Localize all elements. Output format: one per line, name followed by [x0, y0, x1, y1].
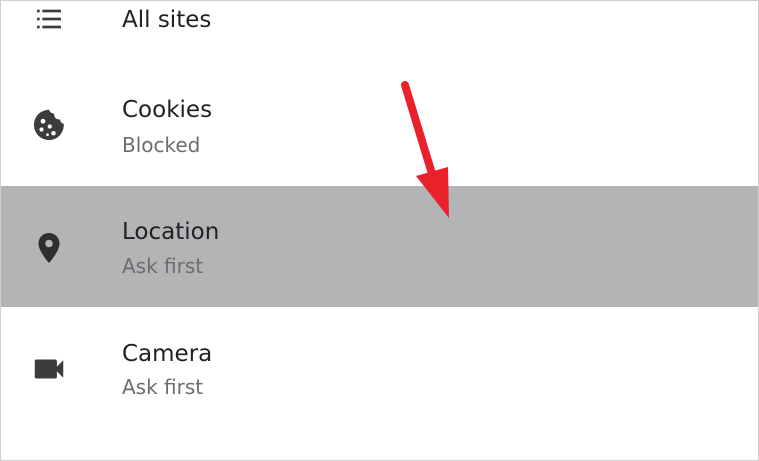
cookies-title: Cookies	[122, 97, 213, 123]
location-title: Location	[122, 219, 220, 245]
all-sites-row[interactable]: All sites	[1, 1, 758, 63]
location-pin-icon	[29, 228, 69, 268]
list-icon	[29, 1, 69, 39]
all-sites-label: All sites	[122, 7, 212, 33]
site-settings-list: All sites Cookies Blocked Location Ask f…	[0, 0, 759, 461]
video-camera-icon	[29, 349, 69, 389]
camera-status: Ask first	[122, 375, 204, 399]
settings-item-camera[interactable]: Camera Ask first	[1, 307, 758, 460]
settings-item-location[interactable]: Location Ask first	[1, 186, 758, 307]
camera-title: Camera	[122, 341, 213, 367]
cookies-status: Blocked	[122, 133, 201, 157]
location-status: Ask first	[122, 254, 204, 278]
settings-item-cookies[interactable]: Cookies Blocked	[1, 63, 758, 186]
cookie-icon	[29, 105, 69, 145]
